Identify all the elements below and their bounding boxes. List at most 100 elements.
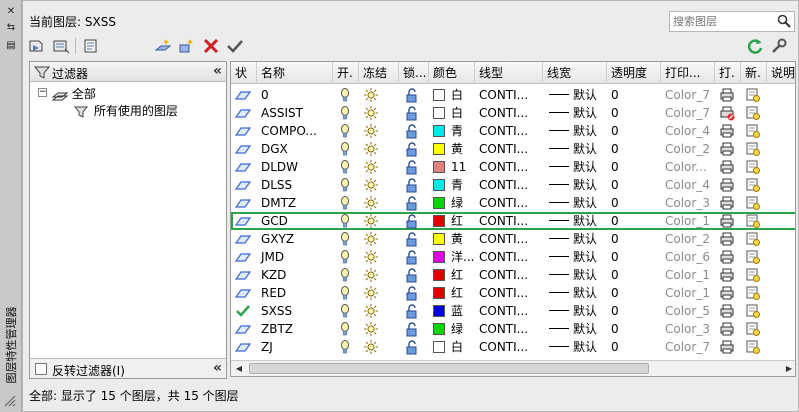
linetype-cell[interactable]: CONTI... bbox=[475, 338, 543, 356]
on-toggle[interactable] bbox=[333, 158, 359, 176]
freeze-toggle[interactable] bbox=[359, 266, 399, 284]
table-row[interactable]: GXYZ 黄 CONTI... 默认 0 Color_2 bbox=[231, 230, 795, 248]
transparency-cell[interactable]: 0 bbox=[607, 86, 661, 104]
color-cell[interactable]: 白 bbox=[429, 86, 475, 104]
linetype-cell[interactable]: CONTI... bbox=[475, 302, 543, 320]
table-row[interactable]: DMTZ 绿 CONTI... 默认 0 Color_3 bbox=[231, 194, 795, 212]
table-row[interactable]: DLSS 青 CONTI... 默认 0 Color_4 bbox=[231, 176, 795, 194]
lineweight-cell[interactable]: 默认 bbox=[543, 248, 607, 266]
lock-toggle[interactable] bbox=[399, 122, 429, 140]
on-toggle[interactable] bbox=[333, 212, 359, 230]
color-cell[interactable]: 绿 bbox=[429, 320, 475, 338]
resize-grip-icon[interactable] bbox=[3, 394, 17, 408]
linetype-cell[interactable]: CONTI... bbox=[475, 122, 543, 140]
layer-states-manager-button[interactable] bbox=[81, 36, 101, 56]
layer-name[interactable]: DLDW bbox=[257, 158, 333, 176]
column-header-description[interactable]: 说明 bbox=[767, 62, 795, 84]
on-toggle[interactable] bbox=[333, 194, 359, 212]
color-cell[interactable]: 绿 bbox=[429, 194, 475, 212]
plot-toggle[interactable] bbox=[715, 302, 741, 320]
properties-menu-icon[interactable]: ▤ bbox=[4, 40, 18, 52]
column-header-lineweight[interactable]: 线宽 bbox=[543, 62, 607, 84]
layer-name[interactable]: ZJ bbox=[257, 338, 333, 356]
new-vp-freeze-toggle[interactable] bbox=[741, 158, 767, 176]
on-toggle[interactable] bbox=[333, 284, 359, 302]
linetype-cell[interactable]: CONTI... bbox=[475, 140, 543, 158]
scroll-left-icon[interactable]: ◀ bbox=[233, 363, 245, 375]
lock-toggle[interactable] bbox=[399, 104, 429, 122]
linetype-cell[interactable]: CONTI... bbox=[475, 320, 543, 338]
freeze-toggle[interactable] bbox=[359, 104, 399, 122]
table-row[interactable]: ZBTZ 绿 CONTI... 默认 0 Color_3 bbox=[231, 320, 795, 338]
lock-toggle[interactable] bbox=[399, 302, 429, 320]
plot-toggle[interactable] bbox=[715, 230, 741, 248]
transparency-cell[interactable]: 0 bbox=[607, 284, 661, 302]
freeze-toggle[interactable] bbox=[359, 230, 399, 248]
new-vp-freeze-toggle[interactable] bbox=[741, 212, 767, 230]
transparency-cell[interactable]: 0 bbox=[607, 104, 661, 122]
color-cell[interactable]: 黄 bbox=[429, 230, 475, 248]
table-row[interactable]: SXSS 蓝 CONTI... 默认 0 Color_5 bbox=[231, 302, 795, 320]
linetype-cell[interactable]: CONTI... bbox=[475, 284, 543, 302]
layer-name[interactable]: DMTZ bbox=[257, 194, 333, 212]
auto-hide-icon[interactable]: ⇆ bbox=[4, 22, 18, 34]
on-toggle[interactable] bbox=[333, 86, 359, 104]
layer-status-cell[interactable] bbox=[231, 266, 257, 284]
new-vp-freeze-toggle[interactable] bbox=[741, 248, 767, 266]
column-header-freeze[interactable]: 冻结 bbox=[359, 62, 399, 84]
layer-name[interactable]: KZD bbox=[257, 266, 333, 284]
linetype-cell[interactable]: CONTI... bbox=[475, 176, 543, 194]
transparency-cell[interactable]: 0 bbox=[607, 248, 661, 266]
lineweight-cell[interactable]: 默认 bbox=[543, 338, 607, 356]
lock-toggle[interactable] bbox=[399, 284, 429, 302]
layer-name[interactable]: ASSIST bbox=[257, 104, 333, 122]
scrollbar-thumb[interactable] bbox=[249, 363, 649, 374]
column-header-status[interactable]: 状 bbox=[231, 62, 257, 84]
column-header-name[interactable]: 名称 bbox=[257, 62, 333, 84]
layer-name[interactable]: SXSS bbox=[257, 302, 333, 320]
freeze-toggle[interactable] bbox=[359, 212, 399, 230]
color-cell[interactable]: 红 bbox=[429, 266, 475, 284]
lineweight-cell[interactable]: 默认 bbox=[543, 302, 607, 320]
collapse-filter-panel-icon[interactable]: « bbox=[213, 63, 222, 79]
column-header-transparency[interactable]: 透明度 bbox=[607, 62, 661, 84]
linetype-cell[interactable]: CONTI... bbox=[475, 230, 543, 248]
color-cell[interactable]: 11 bbox=[429, 158, 475, 176]
freeze-toggle[interactable] bbox=[359, 176, 399, 194]
table-row[interactable]: 0 白 CONTI... 默认 0 Color_7 bbox=[231, 86, 795, 104]
lock-toggle[interactable] bbox=[399, 248, 429, 266]
column-header-plot[interactable]: 打. bbox=[715, 62, 741, 84]
layer-status-cell[interactable] bbox=[231, 104, 257, 122]
lock-toggle[interactable] bbox=[399, 338, 429, 356]
table-row[interactable]: RED 红 CONTI... 默认 0 Color_1 bbox=[231, 284, 795, 302]
color-cell[interactable]: 红 bbox=[429, 284, 475, 302]
transparency-cell[interactable]: 0 bbox=[607, 230, 661, 248]
lock-toggle[interactable] bbox=[399, 320, 429, 338]
table-row[interactable]: JMD 洋... CONTI... 默认 0 Color_6 bbox=[231, 248, 795, 266]
plot-toggle[interactable] bbox=[715, 104, 741, 122]
layer-name[interactable]: COMPO... bbox=[257, 122, 333, 140]
transparency-cell[interactable]: 0 bbox=[607, 140, 661, 158]
lock-toggle[interactable] bbox=[399, 212, 429, 230]
color-cell[interactable]: 红 bbox=[429, 212, 475, 230]
new-group-filter-button[interactable] bbox=[51, 36, 71, 56]
on-toggle[interactable] bbox=[333, 230, 359, 248]
layer-status-cell[interactable] bbox=[231, 122, 257, 140]
color-cell[interactable]: 洋... bbox=[429, 248, 475, 266]
lock-toggle[interactable] bbox=[399, 230, 429, 248]
layer-status-cell[interactable] bbox=[231, 176, 257, 194]
tree-collapse-icon[interactable]: − bbox=[38, 88, 47, 97]
plot-toggle[interactable] bbox=[715, 194, 741, 212]
delete-layer-button[interactable] bbox=[201, 36, 221, 56]
on-toggle[interactable] bbox=[333, 104, 359, 122]
plot-toggle[interactable] bbox=[715, 338, 741, 356]
tree-item-used-layers[interactable]: 所有使用的图层 bbox=[73, 102, 178, 119]
color-cell[interactable]: 白 bbox=[429, 338, 475, 356]
plot-toggle[interactable] bbox=[715, 266, 741, 284]
layer-status-cell[interactable] bbox=[231, 248, 257, 266]
lock-toggle[interactable] bbox=[399, 266, 429, 284]
on-toggle[interactable] bbox=[333, 248, 359, 266]
table-row[interactable]: ZJ 白 CONTI... 默认 0 Color_7 bbox=[231, 338, 795, 356]
search-input[interactable] bbox=[673, 14, 773, 29]
layer-name[interactable]: DLSS bbox=[257, 176, 333, 194]
